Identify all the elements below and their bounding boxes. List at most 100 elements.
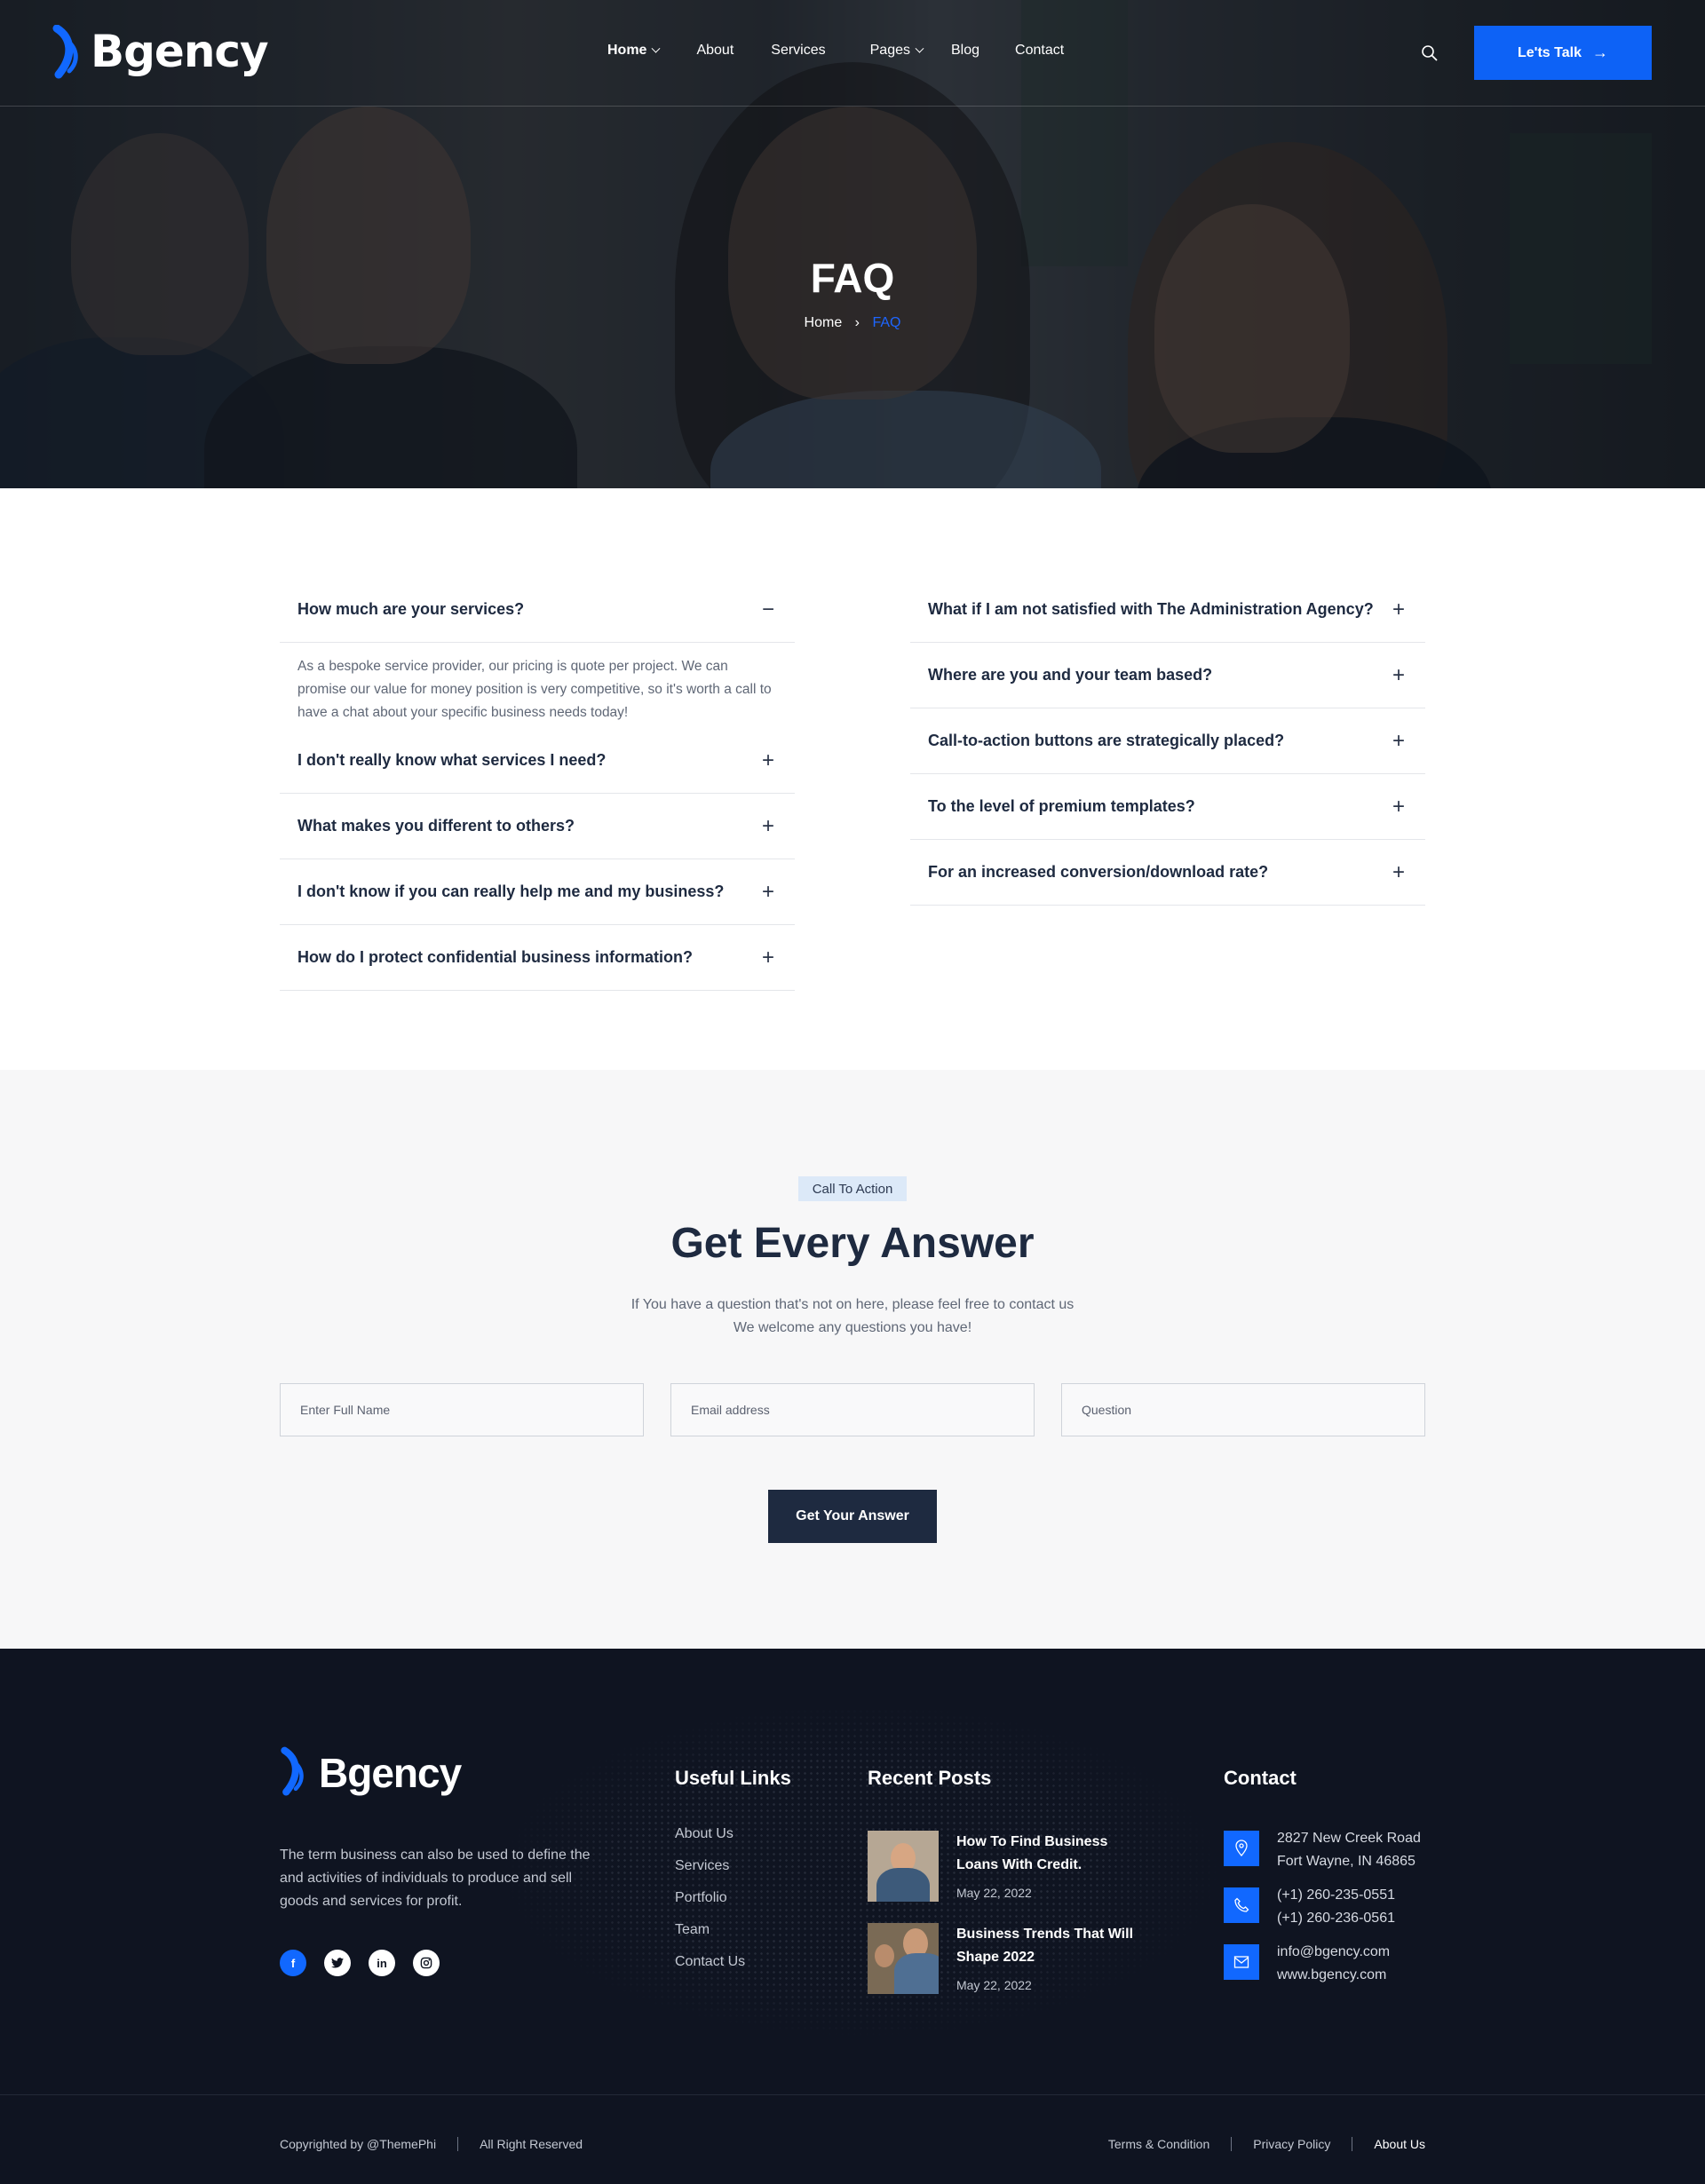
divider <box>457 2137 459 2151</box>
faq-column-right: What if I am not satisfied with The Admi… <box>910 577 1425 906</box>
faq-question[interactable]: How much are your services? − <box>280 577 795 643</box>
faq-question-text: Call-to-action buttons are strategically… <box>928 732 1285 749</box>
nav-item-pages[interactable]: Pages <box>869 43 924 59</box>
faq-question[interactable]: To the level of premium templates? + <box>910 774 1425 840</box>
nav-item-services[interactable]: Services <box>771 43 825 59</box>
plus-icon[interactable]: + <box>759 880 777 905</box>
question-input[interactable]: Question <box>1061 1383 1425 1436</box>
chevron-down-icon <box>915 44 924 53</box>
facebook-icon[interactable]: f <box>280 1950 306 1976</box>
site-footer: Bgency The term business can also be use… <box>0 1649 1705 2184</box>
address-line: Fort Wayne, IN 46865 <box>1277 1854 1416 1869</box>
contact-phone: (+1) 260-235-0551 (+1) 260-236-0561 <box>1224 1887 1395 1930</box>
thumbnail-figure <box>875 1944 894 1967</box>
post-thumbnail[interactable] <box>868 1831 939 1902</box>
contact-heading: Contact <box>1224 1767 1297 1789</box>
nav-label: Contact <box>1015 43 1065 58</box>
plus-icon[interactable]: + <box>759 814 777 839</box>
subtitle-line: If You have a question that's not on her… <box>630 1297 1075 1312</box>
plus-icon[interactable]: + <box>1390 597 1408 622</box>
footer-link-team[interactable]: Team <box>675 1922 745 1954</box>
full-name-input[interactable]: Enter Full Name <box>280 1383 644 1436</box>
thumbnail-figure <box>894 1953 939 1994</box>
faq-question-text: Where are you and your team based? <box>928 666 1213 684</box>
lets-talk-button[interactable]: Le'ts Talk → <box>1474 26 1652 80</box>
hero-banner: Bgency Home About Services Pages Blog Co… <box>0 0 1705 488</box>
faq-question[interactable]: I don't know if you can really help me a… <box>280 859 795 925</box>
faq-question[interactable]: Where are you and your team based? + <box>910 643 1425 708</box>
social-links: f in <box>280 1950 457 1976</box>
copyright-text: Copyrighted by @ThemePhi <box>280 2137 437 2151</box>
nav-label: Pages <box>869 43 910 58</box>
website-address[interactable]: www.bgency.com <box>1277 1964 1390 1987</box>
nav-label: About <box>696 43 734 58</box>
site-logo[interactable]: Bgency <box>52 24 269 79</box>
section-subtitle: If You have a question that's not on her… <box>0 1294 1705 1340</box>
privacy-link[interactable]: Privacy Policy <box>1253 2137 1330 2151</box>
nav-label: Services <box>771 43 826 58</box>
page-title: FAQ <box>810 255 895 301</box>
top-navbar: Bgency Home About Services Pages Blog Co… <box>0 0 1705 107</box>
faq-question[interactable]: I don't really know what services I need… <box>280 728 795 794</box>
linkedin-icon[interactable]: in <box>369 1950 395 1976</box>
faq-question[interactable]: How do I protect confidential business i… <box>280 925 795 991</box>
call-to-action-section: Call To Action Get Every Answer If You h… <box>0 1070 1705 1649</box>
email-address[interactable]: info@bgency.com <box>1277 1941 1390 1964</box>
faq-question[interactable]: What if I am not satisfied with The Admi… <box>910 577 1425 643</box>
phone-number[interactable]: (+1) 260-235-0551 <box>1277 1884 1395 1907</box>
faq-answer: As a bespoke service provider, our prici… <box>297 659 772 720</box>
search-icon[interactable] <box>1421 44 1439 62</box>
faq-question[interactable]: Call-to-action buttons are strategically… <box>910 708 1425 774</box>
nav-item-contact[interactable]: Contact <box>1015 43 1064 59</box>
location-pin-icon <box>1224 1831 1259 1866</box>
phone-number[interactable]: (+1) 260-236-0561 <box>1277 1907 1395 1930</box>
plus-icon[interactable]: + <box>1390 663 1408 688</box>
chevron-down-icon <box>652 44 661 53</box>
faq-question[interactable]: For an increased conversion/download rat… <box>910 840 1425 906</box>
breadcrumb-current: FAQ <box>872 315 901 330</box>
faq-column-left: How much are your services? − As a bespo… <box>280 577 795 991</box>
about-us-link[interactable]: About Us <box>1374 2137 1425 2151</box>
post-thumbnail[interactable] <box>868 1923 939 1994</box>
rights-text: All Right Reserved <box>480 2137 583 2151</box>
footer-link-services[interactable]: Services <box>675 1858 745 1890</box>
post-date: May 22, 2022 <box>956 1886 1032 1900</box>
email-input[interactable]: Email address <box>670 1383 1035 1436</box>
breadcrumb-home[interactable]: Home <box>805 315 843 330</box>
address-line: 2827 New Creek Road <box>1277 1831 1421 1846</box>
recent-posts-heading: Recent Posts <box>868 1767 992 1789</box>
chevron-right-icon: › <box>854 315 860 330</box>
contact-address: 2827 New Creek Road Fort Wayne, IN 46865 <box>1224 1831 1421 1873</box>
section-title: Get Every Answer <box>670 1220 1035 1267</box>
footer-logo[interactable]: Bgency <box>280 1746 462 1800</box>
plus-icon[interactable]: + <box>1390 729 1408 754</box>
footer-link-about[interactable]: About Us <box>675 1826 745 1858</box>
post-title[interactable]: How To Find Business Loans With Credit. <box>956 1831 1143 1877</box>
useful-links-heading: Useful Links <box>675 1767 791 1789</box>
twitter-icon[interactable] <box>324 1950 351 1976</box>
nav-item-home[interactable]: Home <box>607 43 661 59</box>
subtitle-line: We welcome any questions you have! <box>733 1320 972 1335</box>
terms-link[interactable]: Terms & Condition <box>1108 2137 1209 2151</box>
section-tag: Call To Action <box>798 1176 907 1201</box>
main-nav: Home About Services Pages Blog Contact <box>607 43 1101 59</box>
plus-icon[interactable]: + <box>759 946 777 970</box>
footer-link-portfolio[interactable]: Portfolio <box>675 1890 745 1922</box>
footer-link-contact[interactable]: Contact Us <box>675 1954 745 1986</box>
plus-icon[interactable]: + <box>759 748 777 773</box>
faq-question-text: I don't know if you can really help me a… <box>297 882 725 900</box>
nav-label: Home <box>607 43 647 58</box>
minus-icon[interactable]: − <box>759 597 777 622</box>
instagram-icon[interactable] <box>413 1950 440 1976</box>
divider <box>1231 2137 1233 2151</box>
faq-question-text: To the level of premium templates? <box>928 797 1195 815</box>
plus-icon[interactable]: + <box>1390 860 1408 885</box>
nav-item-about[interactable]: About <box>696 43 734 59</box>
contact-email: info@bgency.com www.bgency.com <box>1224 1944 1390 1987</box>
post-title[interactable]: Business Trends That Will Shape 2022 <box>956 1923 1143 1969</box>
useful-links-list: About Us Services Portfolio Team Contact… <box>675 1826 745 1986</box>
plus-icon[interactable]: + <box>1390 795 1408 819</box>
faq-question[interactable]: What makes you different to others? + <box>280 794 795 859</box>
nav-item-blog[interactable]: Blog <box>951 43 979 59</box>
get-answer-button[interactable]: Get Your Answer <box>768 1490 937 1543</box>
